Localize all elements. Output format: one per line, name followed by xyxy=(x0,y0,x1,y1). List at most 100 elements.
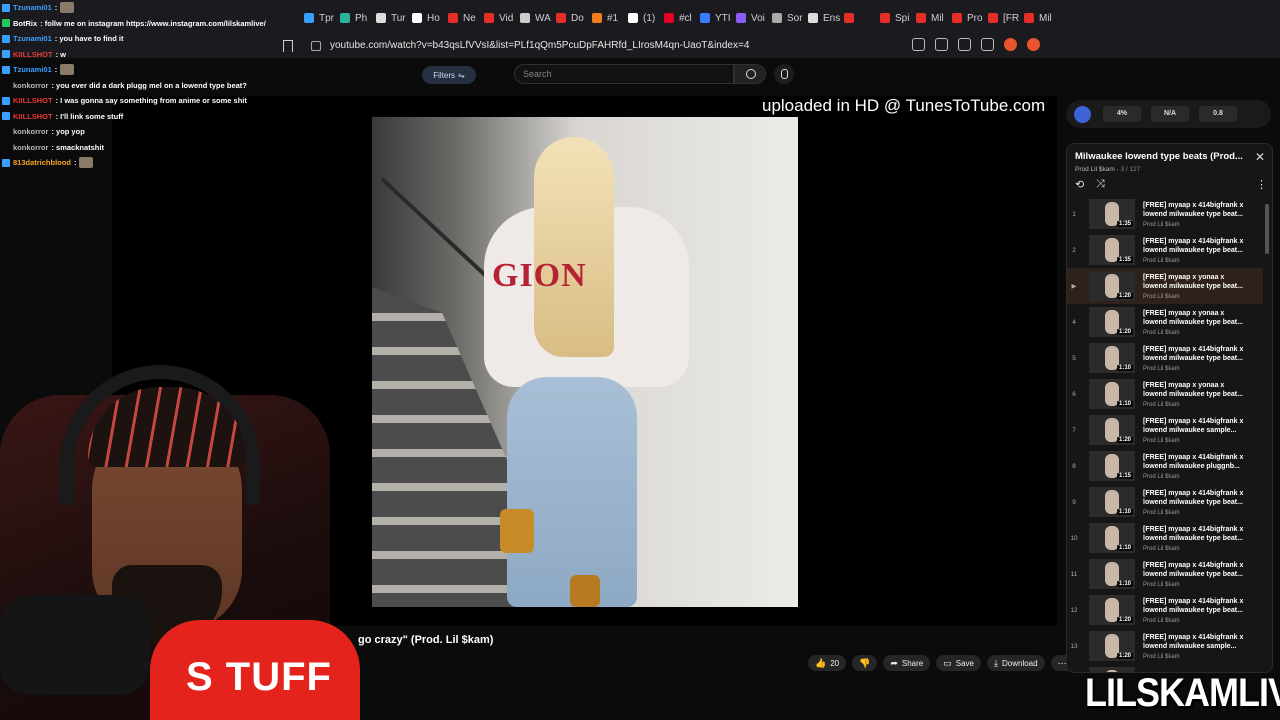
search-icon[interactable] xyxy=(734,64,766,84)
playlist-item[interactable]: 12 1:20 [FREE] myaap x 414bigfrank x lowen… xyxy=(1067,592,1263,628)
chat-username[interactable]: KIILLSHOT xyxy=(13,47,53,62)
playlist-item-title[interactable]: [FREE] myaap x yonaa x lowend milwaukee … xyxy=(1143,381,1247,400)
brave-shield-icon[interactable] xyxy=(1004,38,1017,51)
playlist-item[interactable]: 7 1:20 [FREE] myaap x 414bigfrank x lowend… xyxy=(1067,412,1263,448)
playlist-item-title[interactable]: [FREE] myaap x 414bigfrank x lowend milw… xyxy=(1143,237,1247,256)
video-watermark: uploaded in HD @ TunesToTube.com xyxy=(762,96,1046,115)
playlist-item[interactable]: ▶ 1:20 [FREE] myaap x yonaa x lowend milwa… xyxy=(1067,268,1263,304)
chat-username[interactable]: KIILLSHOT xyxy=(13,109,53,124)
chat-username[interactable]: BotRix xyxy=(13,16,37,31)
playlist-item[interactable]: 13 1:20 [FREE] myaap x 414bigfrank x lowen… xyxy=(1067,628,1263,664)
playlist-item-title[interactable]: [FREE] myaap x 414bigfrank x lowend milw… xyxy=(1143,561,1247,580)
search-input[interactable]: Search xyxy=(514,64,734,84)
browser-tab[interactable]: Vid xyxy=(480,4,516,32)
playlist-thumbnail[interactable]: 1:15 xyxy=(1089,451,1135,481)
playlist-thumbnail[interactable]: 1:10 xyxy=(1089,559,1135,589)
chat-username[interactable]: Tzunami01 xyxy=(13,0,52,15)
filters-button[interactable]: Filters ⇋ xyxy=(422,66,476,84)
playlist-thumbnail[interactable]: 1:20 xyxy=(1089,271,1135,301)
playlist-item[interactable]: 10 1:10 [FREE] myaap x 414bigfrank x lowen… xyxy=(1067,520,1263,556)
browser-tab[interactable]: Voi xyxy=(732,4,768,32)
close-icon[interactable]: ✕ xyxy=(1255,150,1265,164)
loop-icon[interactable]: ⟲ xyxy=(1075,178,1084,191)
browser-tab[interactable]: Pro xyxy=(948,4,984,32)
share-button[interactable]: ➦ Share xyxy=(883,655,931,671)
browser-tab[interactable]: Sor xyxy=(768,4,804,32)
playlist-item[interactable]: 8 1:15 [FREE] myaap x 414bigfrank x lowend… xyxy=(1067,448,1263,484)
playlist-thumbnail[interactable]: 1:35 xyxy=(1089,199,1135,229)
browser-tab[interactable]: WA xyxy=(516,4,552,32)
boot-graphic xyxy=(570,575,600,607)
playlist-item-title[interactable]: [FREE] myaap x 414bigfrank x lowend milw… xyxy=(1143,489,1247,508)
brave-rewards-icon[interactable] xyxy=(1027,38,1040,51)
microphone-icon[interactable] xyxy=(774,64,794,84)
playlist-item-title[interactable]: [FREE] myaap x yonaa x lowend milwaukee … xyxy=(1143,273,1247,292)
playlist-item-title[interactable]: [FREE] myaap x 414bigfrank x lowend milw… xyxy=(1143,201,1247,220)
playlist-item[interactable]: 11 1:10 [FREE] myaap x 414bigfrank x lowen… xyxy=(1067,556,1263,592)
playlist-thumbnail[interactable]: 1:35 xyxy=(1089,235,1135,265)
eye-off-icon[interactable] xyxy=(912,38,925,51)
browser-tab[interactable]: Ho xyxy=(408,4,444,32)
playlist-item[interactable]: 9 1:10 [FREE] myaap x 414bigfrank x lowend… xyxy=(1067,484,1263,520)
browser-tab[interactable]: Ens xyxy=(804,4,840,32)
dislike-button[interactable]: 👎 xyxy=(852,655,878,671)
browser-tab[interactable]: Tpr xyxy=(300,4,336,32)
playlist-item-title[interactable]: [FREE] myaap x 414bigfrank x lowend milw… xyxy=(1143,633,1247,652)
playlist-item-title[interactable]: [FREE] myaap x 414bigfrank x lowend milw… xyxy=(1143,597,1247,616)
more-vert-icon[interactable]: ⋮ xyxy=(1256,178,1267,191)
webcam-overlay: S TUFF xyxy=(0,365,360,720)
playlist-thumbnail[interactable]: 1:20 xyxy=(1089,415,1135,445)
extension-icon[interactable] xyxy=(1074,106,1091,123)
playlist-item[interactable]: 4 1:20 [FREE] myaap x yonaa x lowend milwa… xyxy=(1067,304,1263,340)
browser-tab[interactable]: #1 xyxy=(588,4,624,32)
playlist-item-title[interactable]: [FREE] myaap x yonaa x lowend milwaukee … xyxy=(1143,309,1247,328)
shuffle-icon[interactable]: ⤨ xyxy=(1096,178,1105,191)
browser-tab[interactable]: Mil xyxy=(1020,4,1056,32)
chat-username[interactable]: konkorror xyxy=(13,78,48,93)
playlist-thumbnail[interactable]: 1:20 xyxy=(1089,307,1135,337)
browser-tab[interactable]: Spi xyxy=(876,4,912,32)
chat-username[interactable]: KIILLSHOT xyxy=(13,93,53,108)
playlist-item[interactable]: 1 1:35 [FREE] myaap x 414bigfrank x lowend… xyxy=(1067,196,1263,232)
playlist-thumbnail[interactable]: 1:10 xyxy=(1089,487,1135,517)
like-button[interactable]: 👍 20 xyxy=(808,655,847,671)
chat-username[interactable]: konkorror xyxy=(13,124,48,139)
playlist-thumbnail[interactable]: 1:10 xyxy=(1089,379,1135,409)
browser-tab[interactable]: Do xyxy=(552,4,588,32)
playlist-item[interactable]: 2 1:35 [FREE] myaap x 414bigfrank x lowend… xyxy=(1067,232,1263,268)
browser-tab[interactable]: Ph xyxy=(336,4,372,32)
download-button[interactable]: ⤓ Download xyxy=(987,655,1045,671)
chat-username[interactable]: 813datrichblood xyxy=(13,155,71,170)
playlist-thumbnail[interactable]: 1:20 xyxy=(1089,595,1135,625)
playlist-thumbnail[interactable]: 1:10 xyxy=(1089,523,1135,553)
browser-tab[interactable]: #cl xyxy=(660,4,696,32)
browser-tab[interactable]: YTI xyxy=(696,4,732,32)
playlist-title[interactable]: Milwaukee lowend type beats (Prod... xyxy=(1075,151,1245,162)
playlist-item-title[interactable]: [FREE] myaap x 414bigfrank x lowend milw… xyxy=(1143,525,1247,544)
browser-tab[interactable] xyxy=(840,4,876,32)
playlist-item-title[interactable]: [FREE] myaap x 414bigfrank x lowend milw… xyxy=(1143,453,1247,472)
scrollbar[interactable] xyxy=(1265,204,1269,254)
playlist-item[interactable]: 5 1:10 [FREE] myaap x 414bigfrank x lowend… xyxy=(1067,340,1263,376)
browser-tab[interactable]: Ne xyxy=(444,4,480,32)
url-field[interactable]: youtube.com/watch?v=b43qsLfVVsI&list=PLf… xyxy=(330,40,749,51)
chat-username[interactable]: Tzunami01 xyxy=(13,31,52,46)
playlist-thumbnail[interactable]: 1:20 xyxy=(1089,631,1135,661)
chat-username[interactable]: konkorror xyxy=(13,140,48,155)
zoom-icon[interactable] xyxy=(958,38,971,51)
playlist-thumbnail[interactable]: 1:10 xyxy=(1089,343,1135,373)
playlist-owner[interactable]: Prod Lil $kam xyxy=(1075,166,1115,173)
browser-tab[interactable]: [FR xyxy=(984,4,1020,32)
save-button[interactable]: ▭ Save xyxy=(936,655,981,671)
playlist-item[interactable]: 6 1:10 [FREE] myaap x yonaa x lowend milwa… xyxy=(1067,376,1263,412)
browser-tab[interactable]: Mil xyxy=(912,4,948,32)
chat-username[interactable]: Tzunami01 xyxy=(13,62,52,77)
browser-tab[interactable]: Tur xyxy=(372,4,408,32)
cast-icon[interactable] xyxy=(935,38,948,51)
playlist-item-title[interactable]: [FREE] myaap x 414bigfrank x lowend milw… xyxy=(1143,417,1247,436)
browser-tab[interactable]: (1) xyxy=(624,4,660,32)
playlist-item-title[interactable]: [FREE] myaap x 414bigfrank x lowend milw… xyxy=(1143,345,1247,364)
site-settings-icon[interactable] xyxy=(311,41,321,51)
share-icon[interactable] xyxy=(981,38,994,51)
tab-favicon-icon xyxy=(952,13,962,23)
